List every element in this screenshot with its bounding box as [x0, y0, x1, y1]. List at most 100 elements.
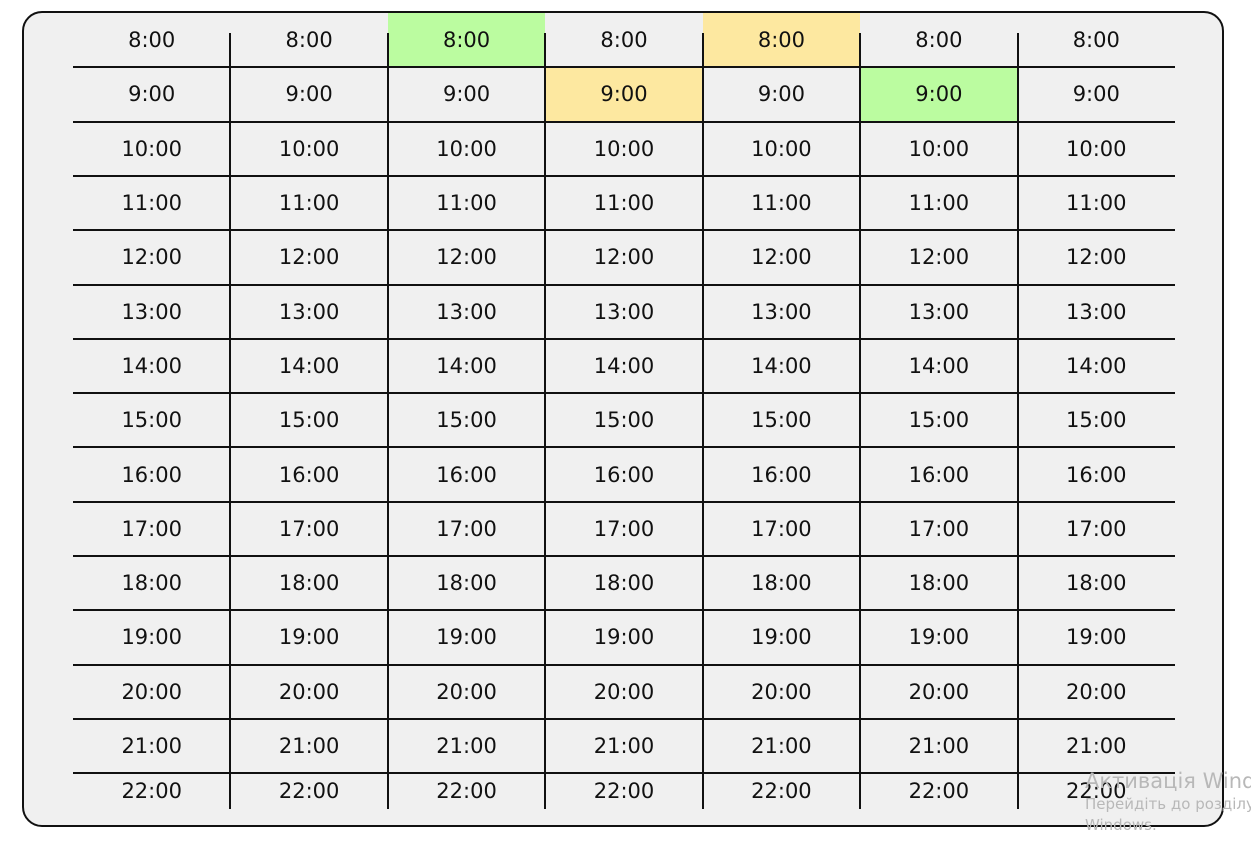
- time-slot-col6[interactable]: 12:00: [860, 230, 1017, 284]
- time-slot-col4[interactable]: 21:00: [545, 719, 702, 773]
- time-slot-col5[interactable]: 15:00: [703, 393, 860, 447]
- time-slot-col5[interactable]: 19:00: [703, 610, 860, 664]
- time-slot-col1[interactable]: 14:00: [73, 339, 230, 393]
- time-slot-col5[interactable]: 17:00: [703, 502, 860, 556]
- time-slot-col1[interactable]: 9:00: [73, 67, 230, 121]
- time-slot-col3[interactable]: 17:00: [388, 502, 545, 556]
- time-slot-col7[interactable]: 11:00: [1018, 176, 1175, 230]
- time-slot-col5[interactable]: 9:00: [703, 67, 860, 121]
- time-slot-col2[interactable]: 16:00: [230, 447, 387, 501]
- time-slot-col6[interactable]: 21:00: [860, 719, 1017, 773]
- time-slot-col5[interactable]: 20:00: [703, 665, 860, 719]
- time-slot-col3[interactable]: 22:00: [388, 773, 545, 809]
- time-slot-col6[interactable]: 8:00: [860, 13, 1017, 67]
- time-slot-col3[interactable]: 11:00: [388, 176, 545, 230]
- time-slot-col6[interactable]: 20:00: [860, 665, 1017, 719]
- time-slot-col1[interactable]: 15:00: [73, 393, 230, 447]
- time-slot-col3[interactable]: 14:00: [388, 339, 545, 393]
- time-slot-col7[interactable]: 9:00: [1018, 67, 1175, 121]
- time-slot-col5[interactable]: 21:00: [703, 719, 860, 773]
- time-slot-col2[interactable]: 18:00: [230, 556, 387, 610]
- time-slot-col1[interactable]: 12:00: [73, 230, 230, 284]
- time-slot-col5[interactable]: 14:00: [703, 339, 860, 393]
- time-slot-col4[interactable]: 22:00: [545, 773, 702, 809]
- time-slot-col1[interactable]: 19:00: [73, 610, 230, 664]
- time-slot-col7[interactable]: 12:00: [1018, 230, 1175, 284]
- time-slot-col7[interactable]: 14:00: [1018, 339, 1175, 393]
- time-slot-col2[interactable]: 12:00: [230, 230, 387, 284]
- time-slot-col4[interactable]: 13:00: [545, 285, 702, 339]
- time-slot-col3[interactable]: 10:00: [388, 122, 545, 176]
- time-slot-col6[interactable]: 14:00: [860, 339, 1017, 393]
- time-slot-col1[interactable]: 22:00: [73, 773, 230, 809]
- time-slot-col1[interactable]: 21:00: [73, 719, 230, 773]
- time-slot-col4[interactable]: 16:00: [545, 447, 702, 501]
- time-slot-col1[interactable]: 10:00: [73, 122, 230, 176]
- time-slot-col4[interactable]: 8:00: [545, 13, 702, 67]
- time-slot-col4[interactable]: 9:00: [545, 67, 703, 122]
- time-slot-col7[interactable]: 8:00: [1018, 13, 1175, 67]
- time-slot-col1[interactable]: 18:00: [73, 556, 230, 610]
- time-slot-col3[interactable]: 16:00: [388, 447, 545, 501]
- time-slot-col7[interactable]: 20:00: [1018, 665, 1175, 719]
- time-slot-col3[interactable]: 9:00: [388, 67, 545, 121]
- time-slot-col4[interactable]: 18:00: [545, 556, 702, 610]
- time-slot-col3[interactable]: 21:00: [388, 719, 545, 773]
- time-slot-col2[interactable]: 8:00: [230, 13, 387, 67]
- time-slot-col2[interactable]: 22:00: [230, 773, 387, 809]
- time-slot-col4[interactable]: 17:00: [545, 502, 702, 556]
- time-slot-col2[interactable]: 10:00: [230, 122, 387, 176]
- time-slot-col2[interactable]: 11:00: [230, 176, 387, 230]
- time-slot-col3[interactable]: 8:00: [387, 13, 546, 68]
- time-slot-col6[interactable]: 19:00: [860, 610, 1017, 664]
- time-slot-col3[interactable]: 19:00: [388, 610, 545, 664]
- time-slot-col5[interactable]: 22:00: [703, 773, 860, 809]
- time-slot-col1[interactable]: 17:00: [73, 502, 230, 556]
- time-slot-col6[interactable]: 22:00: [860, 773, 1017, 809]
- time-slot-col5[interactable]: 8:00: [702, 13, 861, 68]
- time-slot-col6[interactable]: 15:00: [860, 393, 1017, 447]
- time-slot-col6[interactable]: 13:00: [860, 285, 1017, 339]
- time-slot-col3[interactable]: 15:00: [388, 393, 545, 447]
- time-slot-col3[interactable]: 12:00: [388, 230, 545, 284]
- time-slot-col5[interactable]: 11:00: [703, 176, 860, 230]
- time-slot-col7[interactable]: 13:00: [1018, 285, 1175, 339]
- time-slot-col2[interactable]: 13:00: [230, 285, 387, 339]
- time-slot-col6[interactable]: 10:00: [860, 122, 1017, 176]
- time-slot-col4[interactable]: 20:00: [545, 665, 702, 719]
- time-slot-col2[interactable]: 21:00: [230, 719, 387, 773]
- time-slot-col7[interactable]: 22:00: [1018, 773, 1175, 809]
- time-slot-col1[interactable]: 11:00: [73, 176, 230, 230]
- time-slot-col7[interactable]: 19:00: [1018, 610, 1175, 664]
- time-slot-col7[interactable]: 21:00: [1018, 719, 1175, 773]
- time-slot-col1[interactable]: 8:00: [73, 13, 230, 67]
- time-slot-col1[interactable]: 13:00: [73, 285, 230, 339]
- time-slot-col6[interactable]: 16:00: [860, 447, 1017, 501]
- time-slot-col2[interactable]: 17:00: [230, 502, 387, 556]
- time-slot-col5[interactable]: 18:00: [703, 556, 860, 610]
- time-slot-col1[interactable]: 16:00: [73, 447, 230, 501]
- time-slot-col3[interactable]: 18:00: [388, 556, 545, 610]
- time-slot-col2[interactable]: 14:00: [230, 339, 387, 393]
- time-slot-col6[interactable]: 11:00: [860, 176, 1017, 230]
- time-slot-col5[interactable]: 16:00: [703, 447, 860, 501]
- time-slot-col4[interactable]: 14:00: [545, 339, 702, 393]
- time-slot-col2[interactable]: 19:00: [230, 610, 387, 664]
- time-slot-col4[interactable]: 12:00: [545, 230, 702, 284]
- time-slot-col5[interactable]: 12:00: [703, 230, 860, 284]
- time-slot-col1[interactable]: 20:00: [73, 665, 230, 719]
- time-slot-col5[interactable]: 13:00: [703, 285, 860, 339]
- time-slot-col6[interactable]: 9:00: [860, 67, 1018, 122]
- time-slot-col7[interactable]: 15:00: [1018, 393, 1175, 447]
- time-slot-col2[interactable]: 9:00: [230, 67, 387, 121]
- time-slot-col7[interactable]: 10:00: [1018, 122, 1175, 176]
- time-slot-col6[interactable]: 17:00: [860, 502, 1017, 556]
- time-slot-col7[interactable]: 18:00: [1018, 556, 1175, 610]
- time-slot-col6[interactable]: 18:00: [860, 556, 1017, 610]
- time-slot-col2[interactable]: 15:00: [230, 393, 387, 447]
- time-slot-col7[interactable]: 17:00: [1018, 502, 1175, 556]
- time-slot-col4[interactable]: 15:00: [545, 393, 702, 447]
- time-slot-col3[interactable]: 13:00: [388, 285, 545, 339]
- time-slot-col7[interactable]: 16:00: [1018, 447, 1175, 501]
- time-slot-col2[interactable]: 20:00: [230, 665, 387, 719]
